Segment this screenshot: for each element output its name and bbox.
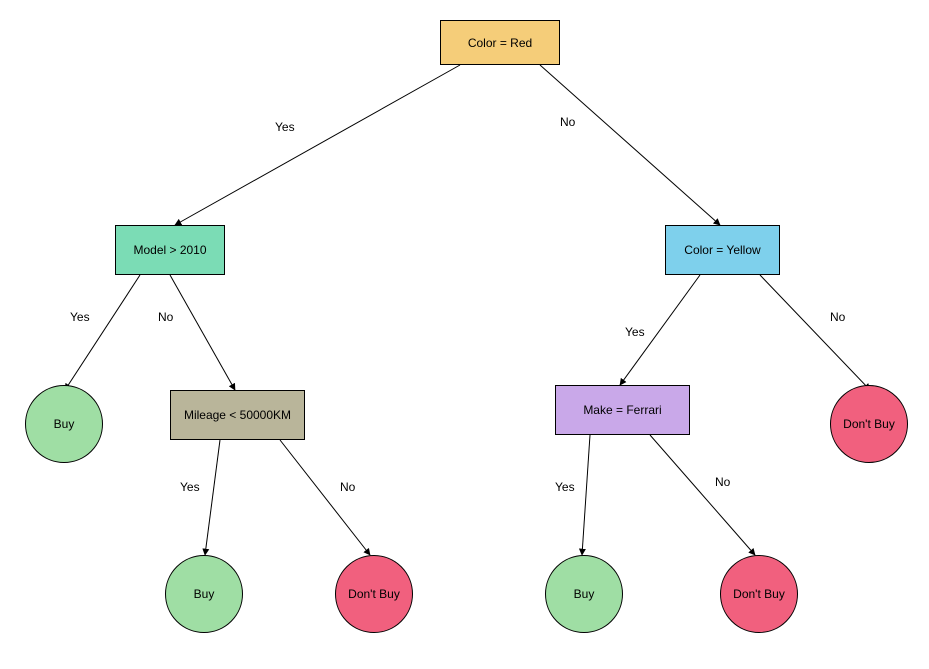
node-ferrari: Make = Ferrari — [555, 385, 690, 435]
node-buy-1-label: Buy — [54, 417, 75, 431]
node-ferrari-label: Make = Ferrari — [583, 403, 661, 417]
edge-label-mileage-no: No — [340, 480, 355, 494]
edge-label-mileage-yes: Yes — [180, 480, 200, 494]
node-root: Color = Red — [440, 20, 560, 65]
edge-label-ferrari-no: No — [715, 475, 730, 489]
edge-label-root-no: No — [560, 115, 575, 129]
node-dontbuy-3: Don't Buy — [720, 555, 798, 633]
node-dontbuy-2-label: Don't Buy — [348, 587, 400, 601]
node-dontbuy-3-label: Don't Buy — [733, 587, 785, 601]
edge-label-yellow-no: No — [830, 310, 845, 324]
node-color-yellow: Color = Yellow — [665, 225, 780, 275]
node-color-yellow-label: Color = Yellow — [684, 243, 760, 257]
node-dontbuy-1: Don't Buy — [830, 385, 908, 463]
edge-label-model-yes: Yes — [70, 310, 90, 324]
node-model: Model > 2010 — [115, 225, 225, 275]
node-mileage-label: Mileage < 50000KM — [184, 408, 291, 422]
edge-label-ferrari-yes: Yes — [555, 480, 575, 494]
node-buy-1: Buy — [25, 385, 103, 463]
edge-label-yellow-yes: Yes — [625, 325, 645, 339]
edge-label-model-no: No — [158, 310, 173, 324]
node-dontbuy-2: Don't Buy — [335, 555, 413, 633]
node-mileage: Mileage < 50000KM — [170, 390, 305, 440]
edge-label-root-yes: Yes — [275, 120, 295, 134]
node-model-label: Model > 2010 — [133, 243, 206, 257]
edge-layer — [0, 0, 929, 669]
node-dontbuy-1-label: Don't Buy — [843, 417, 895, 431]
node-buy-3: Buy — [545, 555, 623, 633]
node-buy-2: Buy — [165, 555, 243, 633]
node-root-label: Color = Red — [468, 36, 532, 50]
node-buy-3-label: Buy — [574, 587, 595, 601]
node-buy-2-label: Buy — [194, 587, 215, 601]
